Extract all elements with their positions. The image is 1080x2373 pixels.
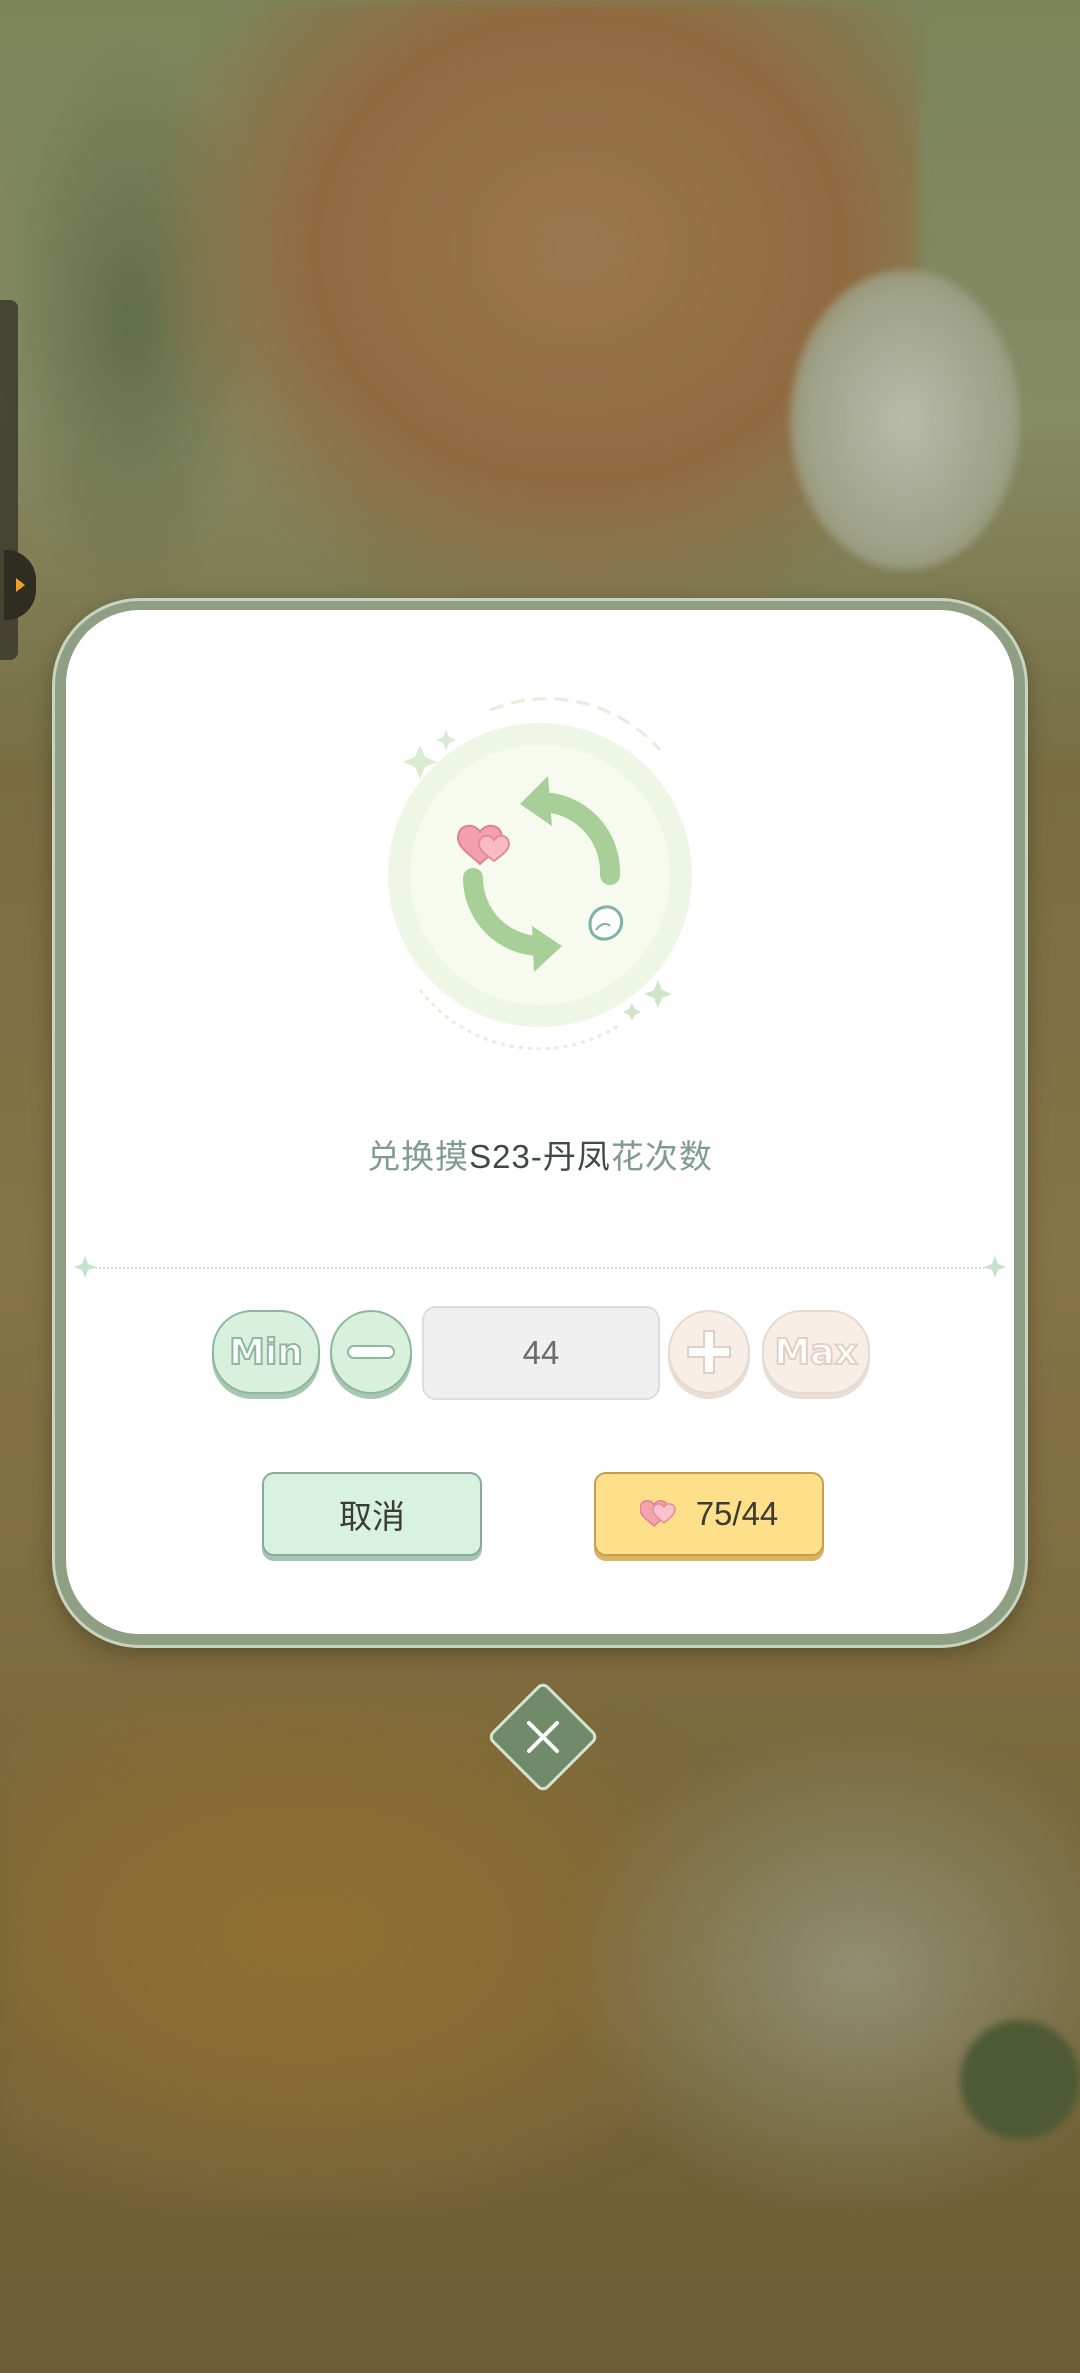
dialog-divider (84, 1267, 996, 1271)
max-button[interactable]: Max (762, 1310, 870, 1394)
exchange-cycle-icon (388, 697, 692, 1050)
sparkle-icon (74, 1256, 96, 1278)
decrement-button[interactable] (330, 1310, 412, 1394)
cancel-button-label: 取消 (339, 1498, 405, 1535)
heart-icon (639, 1500, 676, 1528)
confirm-cost-label: 75/44 (695, 1495, 779, 1532)
close-button[interactable] (503, 1697, 583, 1777)
title-item-name: S23-丹凤 (469, 1138, 611, 1175)
title-prefix: 兑换摸 (367, 1138, 470, 1175)
title-suffix: 花次数 (610, 1138, 713, 1175)
chevron-right-icon (16, 578, 25, 592)
close-icon (527, 1721, 559, 1753)
cancel-button[interactable]: 取消 (262, 1472, 482, 1556)
quantity-input[interactable]: 44 (422, 1306, 660, 1400)
min-button[interactable]: Min (212, 1310, 320, 1394)
plus-icon (687, 1330, 731, 1374)
confirm-exchange-button[interactable]: 75/44 (594, 1472, 824, 1556)
increment-button[interactable] (668, 1310, 750, 1394)
dialog-title: 兑换摸S23-丹凤花次数 (0, 1130, 1080, 1178)
sparkle-icon (984, 1256, 1006, 1278)
minus-icon (347, 1345, 395, 1359)
